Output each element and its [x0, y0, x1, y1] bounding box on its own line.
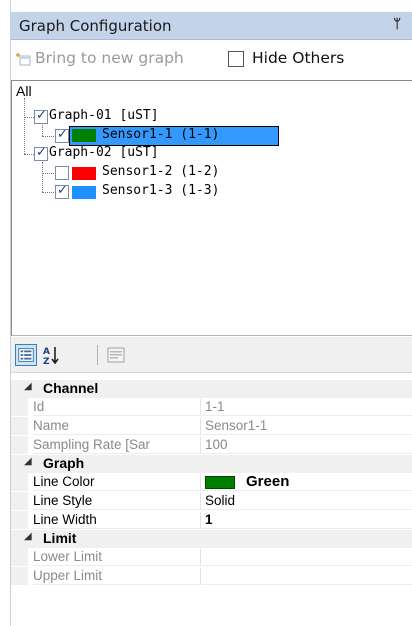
property-row[interactable]: Line Style Solid — [11, 492, 412, 510]
property-grid[interactable]: ◢ Channel Id 1-1 Name Sensor1-1 Sampling… — [11, 374, 412, 626]
line-width-value[interactable]: 1 — [202, 512, 412, 529]
graph-02-checkbox[interactable] — [34, 145, 48, 161]
row-gutter — [11, 567, 28, 585]
panel-title: Graph Configuration — [19, 17, 172, 35]
property-name: Name — [33, 418, 201, 435]
sensor-1-1-checkbox[interactable] — [55, 127, 69, 143]
line-style-value[interactable]: Solid — [202, 493, 412, 510]
category-label: Graph — [43, 455, 85, 471]
row-gutter — [11, 492, 28, 510]
collapse-triangle-icon[interactable]: ◢ — [24, 531, 32, 542]
line-color-value[interactable]: Green — [202, 473, 412, 491]
tree-root-all[interactable]: All — [16, 83, 32, 99]
property-name: Sampling Rate [Sar — [33, 437, 201, 454]
property-value: 100 — [202, 437, 412, 454]
category-label: Limit — [43, 530, 77, 546]
property-row[interactable]: Name Sensor1-1 — [11, 417, 412, 435]
property-value: 1-1 — [202, 399, 412, 416]
property-name: Line Width — [33, 512, 201, 529]
graph-configuration-panel: Graph Configuration ᛘ Bring to new graph… — [10, 0, 412, 626]
property-row[interactable]: Id 1-1 — [11, 398, 412, 416]
sensor-1-2-color-swatch — [72, 167, 96, 180]
category-limit[interactable]: ◢ Limit — [11, 530, 412, 548]
svg-text:A: A — [43, 347, 50, 357]
tree-item-graph-02[interactable]: Graph-02 [uST] — [49, 145, 159, 160]
sensor-1-1-color-swatch — [72, 129, 96, 142]
line-color-name: Green — [246, 473, 290, 490]
property-value: Sensor1-1 — [202, 418, 412, 435]
row-gutter — [11, 511, 28, 529]
pin-icon[interactable]: ᛘ — [393, 17, 401, 32]
svg-text:Z: Z — [43, 357, 50, 366]
category-graph[interactable]: ◢ Graph — [11, 455, 412, 473]
property-name: Lower Limit — [33, 549, 201, 566]
sensor-1-2-checkbox[interactable] — [55, 166, 69, 180]
property-pages-icon[interactable] — [105, 344, 127, 366]
graph-tree[interactable]: All Graph-01 [uST] Sensor1-1 (1-1) Graph… — [11, 80, 412, 336]
property-row[interactable]: Upper Limit — [11, 567, 412, 585]
tree-connector — [42, 192, 54, 193]
row-gutter — [11, 548, 28, 566]
panel-titlebar[interactable]: Graph Configuration ᛘ — [11, 12, 412, 40]
row-gutter — [11, 436, 28, 454]
toolbar-separator — [97, 345, 98, 365]
property-row[interactable]: Sampling Rate [Sar 100 — [11, 436, 412, 454]
property-grid-toolbar: A Z — [11, 337, 412, 373]
row-gutter — [11, 473, 28, 491]
sensor-1-3-checkbox[interactable] — [55, 183, 69, 199]
property-name: Line Color — [33, 474, 201, 491]
bring-to-new-graph-button[interactable]: Bring to new graph — [35, 49, 184, 67]
alphabetical-sort-icon[interactable]: A Z — [41, 344, 63, 366]
tree-connector — [42, 125, 43, 136]
row-gutter — [11, 417, 28, 435]
tree-item-sensor-1-2[interactable]: Sensor1-2 (1-2) — [102, 164, 219, 179]
tree-connector — [24, 98, 25, 154]
tree-connector — [42, 136, 54, 137]
tree-connector — [42, 162, 43, 192]
property-row[interactable]: Lower Limit — [11, 548, 412, 566]
property-value — [202, 549, 412, 566]
hide-others-label[interactable]: Hide Others — [252, 49, 344, 67]
tree-item-sensor-1-1[interactable]: Sensor1-1 (1-1) — [102, 127, 219, 142]
line-color-swatch — [205, 476, 235, 489]
graph-01-checkbox[interactable] — [34, 108, 48, 124]
tree-item-graph-01[interactable]: Graph-01 [uST] — [49, 108, 159, 123]
property-name: Upper Limit — [33, 568, 201, 585]
row-gutter — [11, 398, 28, 416]
property-name: Id — [33, 399, 201, 416]
sensor-1-3-color-swatch — [72, 186, 96, 199]
bring-to-new-graph-icon — [16, 53, 31, 66]
collapse-triangle-icon[interactable]: ◢ — [24, 456, 32, 467]
categorized-view-icon[interactable] — [15, 344, 37, 366]
tree-item-sensor-1-3[interactable]: Sensor1-3 (1-3) — [102, 183, 219, 198]
tree-connector — [42, 173, 54, 174]
category-channel[interactable]: ◢ Channel — [11, 380, 412, 398]
property-row[interactable]: Line Color Green — [11, 473, 412, 491]
collapse-triangle-icon[interactable]: ◢ — [24, 381, 32, 392]
category-label: Channel — [43, 380, 99, 396]
property-name: Line Style — [33, 493, 201, 510]
graph-toolbar: Bring to new graph Hide Others — [11, 44, 412, 74]
property-value — [202, 568, 412, 585]
tree-connector — [24, 154, 34, 155]
hide-others-checkbox[interactable] — [228, 51, 244, 67]
property-row[interactable]: Line Width 1 — [11, 511, 412, 529]
tree-connector — [24, 117, 34, 118]
